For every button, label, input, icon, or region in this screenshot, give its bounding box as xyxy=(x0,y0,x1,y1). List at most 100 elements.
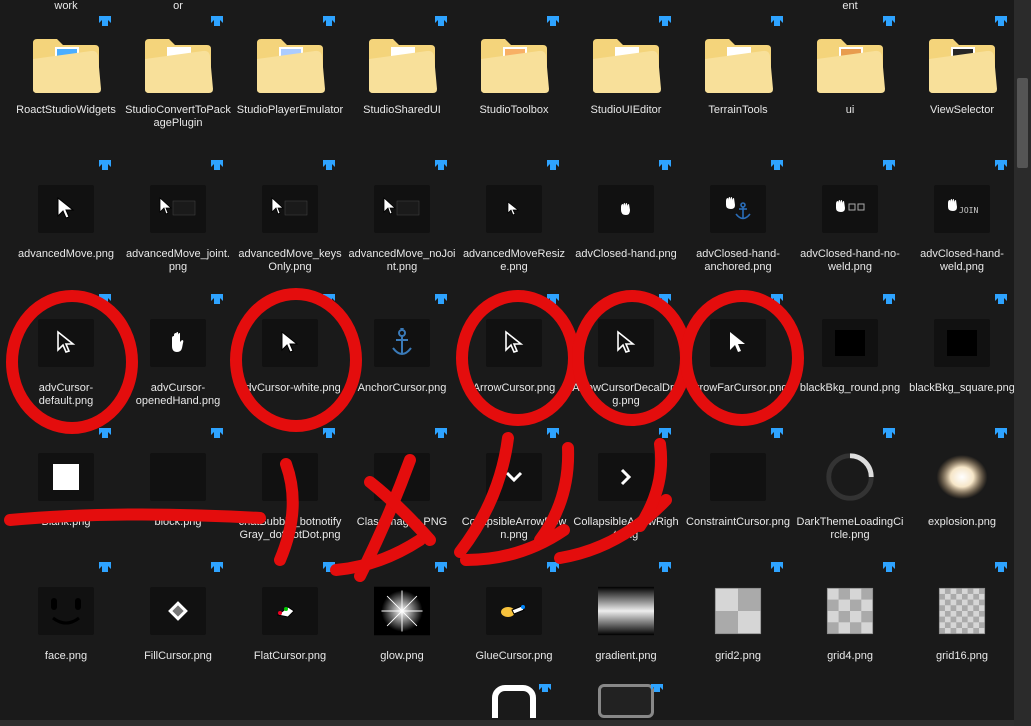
file-thumbnail xyxy=(584,306,668,380)
file-item[interactable]: grid4.png xyxy=(794,550,906,684)
file-item[interactable]: . advancedMove_noJoint.png xyxy=(346,148,458,282)
sync-overlay-icon xyxy=(208,14,226,32)
file-thumbnail xyxy=(24,574,108,648)
sync-overlay-icon xyxy=(992,292,1010,310)
file-item[interactable]: block.png xyxy=(122,416,234,550)
file-item[interactable]: . advancedMove_joint.png xyxy=(122,148,234,282)
file-thumbnail xyxy=(360,440,444,514)
file-item[interactable]: face.png xyxy=(10,550,122,684)
file-item[interactable]: CollapsibleArrowRight.png xyxy=(570,416,682,550)
file-item[interactable]: FillCursor.png xyxy=(122,550,234,684)
folder-item[interactable]: RoactStudioWidgets xyxy=(10,14,122,148)
sync-overlay-icon xyxy=(656,14,674,32)
item-label: advCursor-openedHand.png xyxy=(124,382,232,408)
file-thumbnail xyxy=(584,574,668,648)
file-item[interactable]: AnchorCursor.png xyxy=(346,282,458,416)
partial-label xyxy=(346,0,458,14)
file-item[interactable]: ClassImages.PNG xyxy=(346,416,458,550)
item-label: Blank.png xyxy=(42,516,91,529)
file-item[interactable]: advancedMove.png xyxy=(10,148,122,282)
file-item[interactable]: advCursor-default.png xyxy=(10,282,122,416)
file-thumbnail xyxy=(472,172,556,246)
file-item[interactable]: gradient.png xyxy=(570,550,682,684)
file-item[interactable]: . advancedMove_keysOnly.png xyxy=(234,148,346,282)
item-label: advancedMove_noJoint.png xyxy=(348,248,456,274)
sync-overlay-icon xyxy=(432,292,450,310)
folder-icon xyxy=(808,28,892,102)
file-item[interactable]: Blank.png xyxy=(10,416,122,550)
partial-thumb[interactable] xyxy=(570,684,682,724)
file-item[interactable]: explosion.png xyxy=(906,416,1018,550)
file-item[interactable]: advCursor-openedHand.png xyxy=(122,282,234,416)
file-thumbnail: JOIN xyxy=(920,172,1004,246)
file-thumbnail xyxy=(920,574,1004,648)
sync-overlay-icon xyxy=(208,292,226,310)
file-item[interactable]: advClosed-hand-no-weld.png xyxy=(794,148,906,282)
file-thumbnail xyxy=(136,440,220,514)
file-item[interactable]: ArrowFarCursor.png xyxy=(682,282,794,416)
item-label: FlatCursor.png xyxy=(254,650,326,663)
file-item[interactable]: blackBkg_square.png xyxy=(906,282,1018,416)
sync-overlay-icon xyxy=(544,158,562,176)
file-item[interactable]: JOIN advClosed-hand-weld.png xyxy=(906,148,1018,282)
partial-thumb[interactable] xyxy=(458,684,570,724)
item-label: advancedMove_keysOnly.png xyxy=(236,248,344,274)
item-label: ConstraintCursor.png xyxy=(686,516,790,529)
file-thumbnail xyxy=(696,172,780,246)
file-thumbnail: . xyxy=(136,172,220,246)
folder-item[interactable]: StudioUIEditor xyxy=(570,14,682,148)
partial-label: ent xyxy=(794,0,906,14)
vertical-scrollbar[interactable] xyxy=(1014,0,1031,726)
partial-label xyxy=(906,0,1018,14)
partial-label xyxy=(458,0,570,14)
partial-label: work xyxy=(10,0,122,14)
file-item[interactable]: GlueCursor.png xyxy=(458,550,570,684)
sync-overlay-icon xyxy=(992,158,1010,176)
file-item[interactable]: glow.png xyxy=(346,550,458,684)
folder-item[interactable]: StudioSharedUI xyxy=(346,14,458,148)
file-item[interactable]: ConstraintCursor.png xyxy=(682,416,794,550)
folder-icon xyxy=(360,28,444,102)
item-label: StudioConvertToPackagePlugin xyxy=(124,104,232,130)
file-item[interactable]: grid2.png xyxy=(682,550,794,684)
sync-overlay-icon xyxy=(96,292,114,310)
folder-item[interactable]: StudioPlayerEmulator xyxy=(234,14,346,148)
file-thumbnail xyxy=(808,574,892,648)
file-item[interactable]: ArrowCursor.png xyxy=(458,282,570,416)
item-label: CollapsibleArrowDown.png xyxy=(460,516,568,542)
item-label: ClassImages.PNG xyxy=(357,516,447,529)
file-item[interactable]: advClosed-hand.png xyxy=(570,148,682,282)
item-label: ArrowCursor.png xyxy=(473,382,556,395)
sync-overlay-icon xyxy=(544,14,562,32)
file-item[interactable]: advCursor-white.png xyxy=(234,282,346,416)
partial-label: or xyxy=(122,0,234,14)
folder-item[interactable]: TerrainTools xyxy=(682,14,794,148)
file-item[interactable]: CollapsibleArrowDown.png xyxy=(458,416,570,550)
file-item[interactable]: FlatCursor.png xyxy=(234,550,346,684)
file-thumbnail xyxy=(24,440,108,514)
folder-item[interactable]: StudioConvertToPackagePlugin xyxy=(122,14,234,148)
partial-label xyxy=(570,0,682,14)
item-label: StudioUIEditor xyxy=(591,104,662,117)
folder-icon xyxy=(24,28,108,102)
file-item[interactable]: advClosed-hand-anchored.png xyxy=(682,148,794,282)
folder-item[interactable]: ViewSelector xyxy=(906,14,1018,148)
file-thumbnail xyxy=(248,306,332,380)
sync-overlay-icon xyxy=(320,14,338,32)
folder-item[interactable]: ui xyxy=(794,14,906,148)
file-item[interactable]: advancedMoveResize.png xyxy=(458,148,570,282)
file-item[interactable]: chatBubble_botnotifyGray_dotDotDot.png xyxy=(234,416,346,550)
file-thumbnail xyxy=(808,306,892,380)
item-label: gradient.png xyxy=(595,650,656,663)
file-grid[interactable]: RoactStudioWidgets StudioConvertToPackag… xyxy=(0,14,1031,684)
file-item[interactable]: ArrowCursorDecalDrag.png xyxy=(570,282,682,416)
file-item[interactable]: DarkThemeLoadingCircle.png xyxy=(794,416,906,550)
folder-item[interactable]: StudioToolbox xyxy=(458,14,570,148)
scrollbar-thumb[interactable] xyxy=(1017,78,1028,168)
file-thumbnail xyxy=(136,574,220,648)
file-thumbnail xyxy=(920,306,1004,380)
file-item[interactable]: blackBkg_round.png xyxy=(794,282,906,416)
file-item[interactable]: grid16.png xyxy=(906,550,1018,684)
item-label: advCursor-default.png xyxy=(12,382,120,408)
sync-overlay-icon xyxy=(656,560,674,578)
